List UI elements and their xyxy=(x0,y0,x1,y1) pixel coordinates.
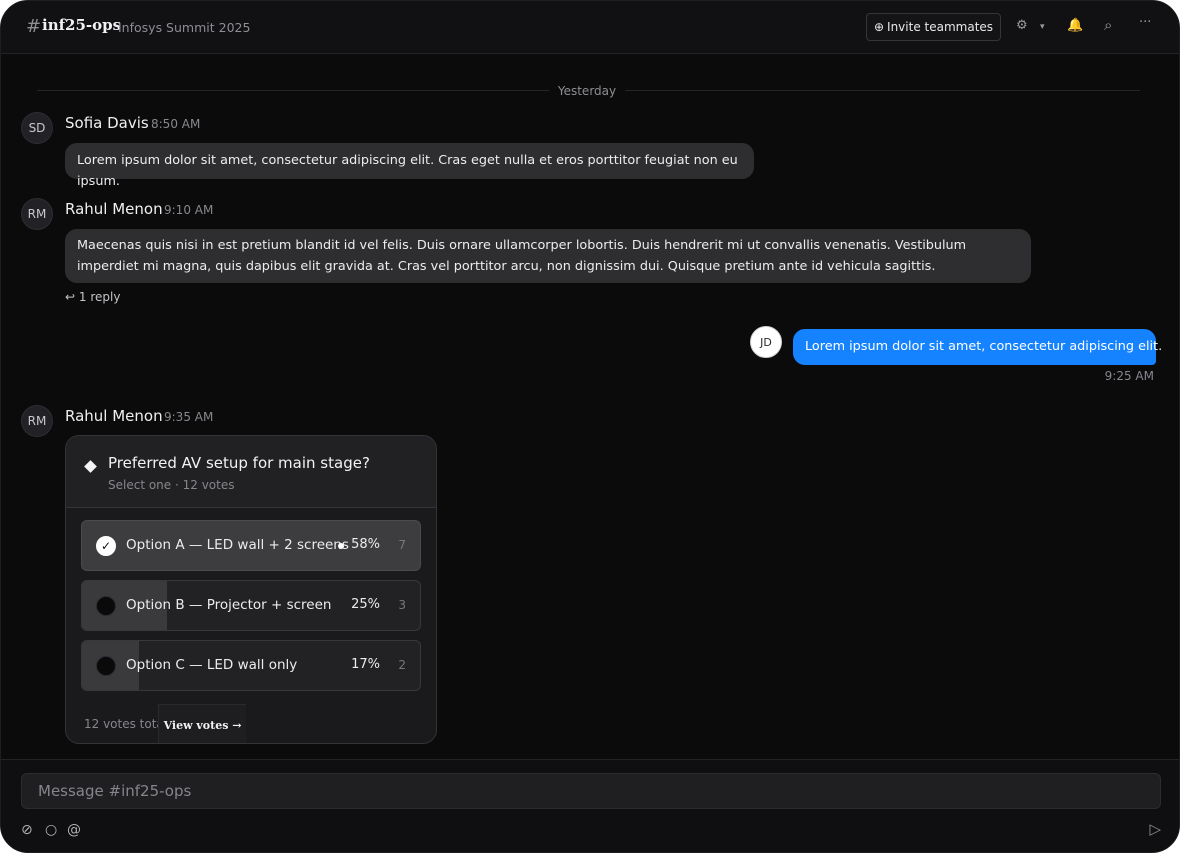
selected-dot-icon xyxy=(338,543,344,549)
poll-total-votes: 12 votes total xyxy=(84,717,168,731)
poll-meta: Select one · 12 votes xyxy=(108,478,235,492)
poll-option-count: 2 xyxy=(398,658,406,672)
channel-header: # inf25-ops Infosys Summit 2025 ⊕ Invite… xyxy=(1,1,1179,54)
poll-option-b[interactable]: Option B — Projector + screen 25% 3 xyxy=(81,580,421,631)
sender-name[interactable]: Rahul Menon xyxy=(65,200,163,218)
channel-name[interactable]: inf25-ops xyxy=(42,16,121,34)
message-bubble: Lorem ipsum dolor sit amet, consectetur … xyxy=(65,143,754,189)
poll-option-count: 7 xyxy=(398,538,406,552)
send-icon[interactable]: ▷ xyxy=(1149,820,1161,838)
avatar[interactable]: JD xyxy=(750,326,782,358)
plus-circle-icon: ⊕ xyxy=(873,20,885,34)
day-divider-label: Yesterday xyxy=(557,84,617,98)
avatar[interactable]: RM xyxy=(21,405,53,437)
emoji-icon[interactable]: ○ xyxy=(45,822,57,838)
chat-window: # inf25-ops Infosys Summit 2025 ⊕ Invite… xyxy=(0,0,1180,853)
bell-icon[interactable]: 🔔 xyxy=(1067,18,1083,33)
poll-option-percent: 25% xyxy=(351,597,380,612)
poll-option-label: Option B — Projector + screen xyxy=(126,597,332,613)
avatar[interactable]: SD xyxy=(21,112,53,144)
settings-icon[interactable]: ⚙ xyxy=(1016,18,1028,33)
poll-option-percent: 58% xyxy=(351,537,380,552)
poll-option-count: 3 xyxy=(398,598,406,612)
checked-radio-icon: ✓ xyxy=(96,536,116,556)
more-icon[interactable]: ··· xyxy=(1139,15,1151,30)
message-bubble: Maecenas quis nisi in est pretium blandi… xyxy=(65,229,1031,283)
mention-icon[interactable]: @ xyxy=(67,822,81,838)
message-time: 9:25 AM xyxy=(1104,369,1154,383)
poll-option-c[interactable]: Option C — LED wall only 17% 2 xyxy=(81,640,421,691)
divider-line-right xyxy=(625,90,1140,91)
message-time: 9:10 AM xyxy=(164,203,214,217)
poll-option-percent: 17% xyxy=(351,657,380,672)
radio-icon xyxy=(96,656,116,676)
message-time: 8:50 AM xyxy=(151,117,201,131)
chevron-down-icon[interactable]: ▾ xyxy=(1040,22,1045,32)
divider-line-left xyxy=(37,90,549,91)
message-time: 9:35 AM xyxy=(164,410,214,424)
composer-area: Message #inf25-ops ⊘ ○ @ ▷ xyxy=(1,759,1179,852)
sender-name[interactable]: Rahul Menon xyxy=(65,407,163,425)
poll-option-a[interactable]: ✓ Option A — LED wall + 2 screens 58% 7 xyxy=(81,520,421,571)
poll-question: Preferred AV setup for main stage? xyxy=(108,454,370,472)
invite-teammates-button[interactable]: ⊕ Invite teammates xyxy=(866,13,1001,41)
poll-option-label: Option C — LED wall only xyxy=(126,657,298,673)
diamond-icon xyxy=(84,460,97,473)
message-bubble-own: Lorem ipsum dolor sit amet, consectetur … xyxy=(793,329,1162,365)
channel-subtitle: Infosys Summit 2025 xyxy=(118,20,251,35)
hash-icon: # xyxy=(26,16,42,37)
view-votes-button[interactable]: View votes → xyxy=(158,704,246,743)
invite-label: Invite teammates xyxy=(887,20,994,34)
thread-reply-link[interactable]: ↩ 1 reply xyxy=(65,290,120,304)
poll-card: Preferred AV setup for main stage? Selec… xyxy=(65,435,437,744)
radio-icon xyxy=(96,596,116,616)
sender-name[interactable]: Sofia Davis xyxy=(65,114,149,132)
poll-header: Preferred AV setup for main stage? Selec… xyxy=(66,436,436,508)
avatar[interactable]: RM xyxy=(21,198,53,230)
search-icon[interactable]: ⌕ xyxy=(1104,16,1112,34)
poll-option-label: Option A — LED wall + 2 screens xyxy=(126,537,349,553)
attach-icon[interactable]: ⊘ xyxy=(21,822,33,838)
message-input[interactable]: Message #inf25-ops xyxy=(21,773,1161,809)
